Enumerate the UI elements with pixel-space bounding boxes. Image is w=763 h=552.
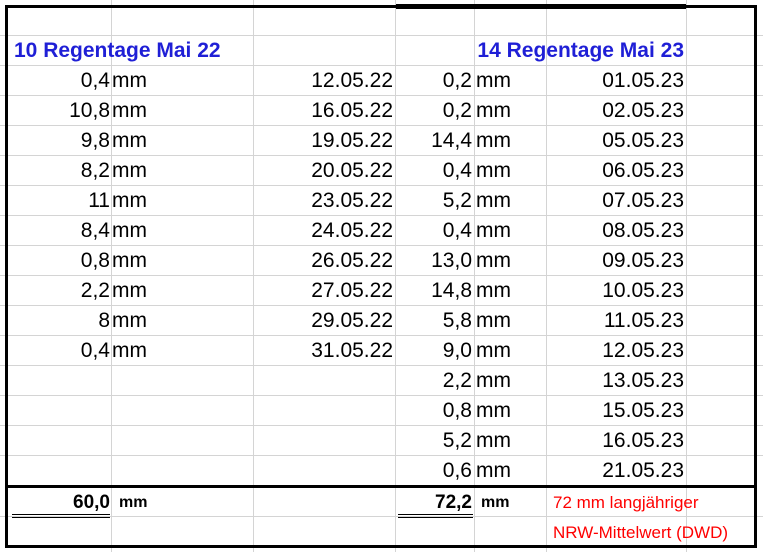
left-rain-unit: mm xyxy=(112,129,147,152)
left-rain-value: 0,4 xyxy=(80,69,110,92)
column-divider xyxy=(253,0,254,552)
left-rain-date: 23.05.22 xyxy=(311,189,393,212)
right-rain-unit: mm xyxy=(476,99,511,122)
right-rain-date: 11.05.23 xyxy=(603,309,684,332)
left-total-unit: mm xyxy=(119,494,148,511)
left-rain-value: 8 xyxy=(98,309,110,332)
right-rain-unit: mm xyxy=(476,249,511,272)
right-rain-unit: mm xyxy=(476,429,511,452)
right-rain-unit: mm xyxy=(476,369,511,392)
right-rain-date: 05.05.23 xyxy=(602,129,684,152)
left-rain-date: 12.05.22 xyxy=(311,69,393,92)
left-rain-value: 9,8 xyxy=(80,129,110,152)
total-double-underline xyxy=(398,514,473,515)
right-rain-unit: mm xyxy=(476,309,511,332)
right-rain-value: 14,8 xyxy=(431,279,472,302)
right-rain-unit: mm xyxy=(476,189,511,212)
left-rain-value: 8,2 xyxy=(80,159,110,182)
total-double-underline xyxy=(398,517,473,518)
total-double-underline xyxy=(12,517,110,518)
left-rain-unit: mm xyxy=(112,309,147,332)
left-rain-unit: mm xyxy=(112,69,147,92)
right-rain-unit: mm xyxy=(476,339,511,362)
right-rain-value: 5,2 xyxy=(442,189,472,212)
left-rain-value: 11 xyxy=(88,189,110,212)
left-rain-value: 0,4 xyxy=(80,339,110,362)
right-rain-date: 07.05.23 xyxy=(602,189,684,212)
right-rain-unit: mm xyxy=(476,159,511,182)
left-rain-unit: mm xyxy=(112,219,147,242)
right-rain-date: 10.05.23 xyxy=(602,279,684,302)
table-border xyxy=(5,5,8,548)
left-rain-date: 20.05.22 xyxy=(311,159,393,182)
left-rain-unit: mm xyxy=(112,249,147,272)
right-rain-value: 9,0 xyxy=(442,339,472,362)
table-border xyxy=(396,4,686,9)
right-rain-date: 16.05.23 xyxy=(602,429,684,452)
right-rain-value: 0,4 xyxy=(442,159,472,182)
left-rain-unit: mm xyxy=(112,189,147,212)
left-rain-unit: mm xyxy=(112,339,147,362)
right-rain-value: 13,0 xyxy=(431,249,472,272)
right-rain-value: 0,4 xyxy=(442,219,472,242)
left-rain-date: 16.05.22 xyxy=(311,99,393,122)
right-rain-value: 2,2 xyxy=(442,369,472,392)
left-rain-unit: mm xyxy=(112,159,147,182)
right-rain-unit: mm xyxy=(476,399,511,422)
right-rain-value: 0,2 xyxy=(442,69,472,92)
average-note-line1: 72 mm langjähriger xyxy=(553,493,699,512)
right-rain-date: 08.05.23 xyxy=(602,219,684,242)
average-note-line2: NRW-Mittelwert (DWD) xyxy=(553,523,729,542)
left-rain-date: 29.05.22 xyxy=(311,309,393,332)
left-rain-value: 0,8 xyxy=(80,249,110,272)
column-divider xyxy=(686,0,687,552)
table-border xyxy=(754,5,757,548)
right-rain-date: 09.05.23 xyxy=(602,249,684,272)
left-rain-date: 26.05.22 xyxy=(311,249,393,272)
right-rain-date: 21.05.23 xyxy=(602,459,684,482)
left-rain-value: 10,8 xyxy=(69,99,110,122)
right-rain-unit: mm xyxy=(476,219,511,242)
right-rain-value: 14,4 xyxy=(431,129,472,152)
left-rain-date: 31.05.22 xyxy=(311,339,393,362)
right-rain-unit: mm xyxy=(476,129,511,152)
right-rain-value: 0,8 xyxy=(442,399,472,422)
total-double-underline xyxy=(12,514,110,515)
right-rain-date: 02.05.23 xyxy=(602,99,684,122)
right-rain-value: 5,8 xyxy=(442,309,472,332)
right-rain-date: 13.05.23 xyxy=(602,369,684,392)
right-rain-value: 0,2 xyxy=(442,99,472,122)
column-divider xyxy=(395,0,396,552)
left-rain-value: 2,2 xyxy=(80,279,110,302)
right-rain-date: 06.05.23 xyxy=(602,159,684,182)
right-rain-unit: mm xyxy=(476,69,511,92)
right-rain-date: 15.05.23 xyxy=(602,399,684,422)
right-total-unit: mm xyxy=(481,494,510,511)
left-rain-date: 24.05.22 xyxy=(311,219,393,242)
left-section-title: 10 Regentage Mai 22 xyxy=(14,39,221,62)
left-rain-date: 19.05.22 xyxy=(311,129,393,152)
right-rain-unit: mm xyxy=(476,459,511,482)
right-rain-date: 01.05.23 xyxy=(602,69,684,92)
right-section-title: 14 Regentage Mai 23 xyxy=(477,39,684,62)
left-rain-unit: mm xyxy=(112,99,147,122)
right-rain-value: 5,2 xyxy=(442,429,472,452)
left-rain-value: 8,4 xyxy=(80,219,110,242)
right-rain-value: 0,6 xyxy=(442,459,472,482)
left-rain-unit: mm xyxy=(112,279,147,302)
right-rain-unit: mm xyxy=(476,279,511,302)
column-divider xyxy=(474,0,475,552)
column-divider xyxy=(546,0,547,552)
left-rain-date: 27.05.22 xyxy=(311,279,393,302)
right-rain-date: 12.05.23 xyxy=(602,339,684,362)
spreadsheet-grid: 10 Regentage Mai 22 14 Regentage Mai 23 … xyxy=(0,0,763,552)
